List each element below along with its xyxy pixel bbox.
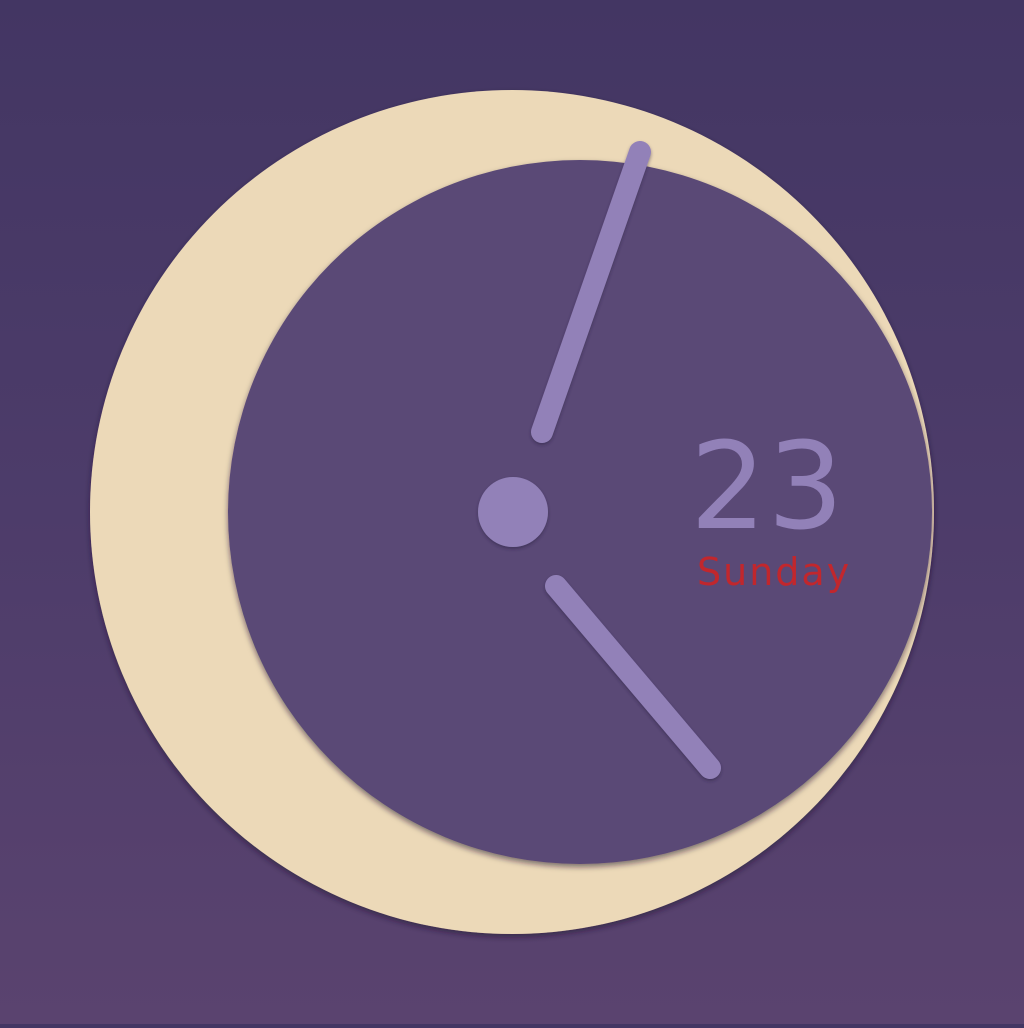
app-icon: 23 Sunday [0, 0, 1024, 1024]
center-pivot [478, 477, 548, 547]
moon-clock-icon [90, 90, 934, 934]
day-name: Sunday [697, 550, 852, 594]
date-number: 23 [690, 418, 845, 557]
